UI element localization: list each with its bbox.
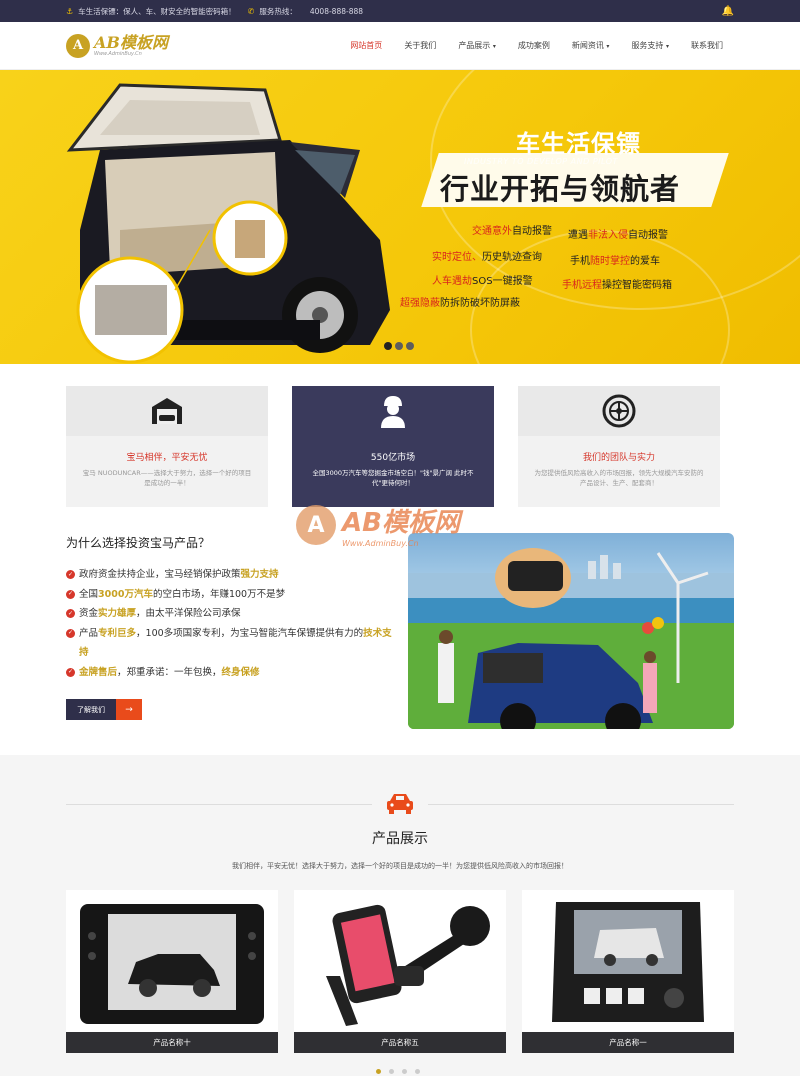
- chevron-down-icon: ▾: [606, 43, 610, 50]
- product-card[interactable]: 产品名称十: [66, 890, 278, 1053]
- why-item: ✓ 产品专利巨多，100多项国家专利，为宝马智能汽车保镖提供有力的技术支持: [66, 627, 392, 658]
- why-item: ✓ 政府资金扶持企业，宝马经销保护政策强力支持: [66, 569, 279, 580]
- banner-feature: 遭遇非法入侵自动报警: [568, 230, 668, 241]
- nav-about[interactable]: 关于我们: [393, 40, 447, 51]
- nav-products[interactable]: 产品展示 ▾: [447, 40, 507, 51]
- service-card[interactable]: 550亿市场 全国3000万汽车等您掘金市场空白！"钱"景广阔 此时不代"更待何…: [292, 386, 494, 507]
- banner-feature: 实时定位、历史轨迹查询: [432, 252, 542, 263]
- garage-icon: [152, 398, 182, 424]
- top-slogan: 车生活保镖：保人、车、财安全的智能密码箱！: [78, 6, 236, 16]
- pager-dot[interactable]: [395, 342, 403, 350]
- tire-icon: [602, 394, 636, 428]
- hotline-number[interactable]: 4008-888-888: [310, 7, 363, 16]
- watermark-text: AB模板网: [342, 508, 460, 538]
- nav-home[interactable]: 网站首页: [339, 40, 393, 51]
- product-card[interactable]: 产品名称一: [522, 890, 734, 1053]
- why-item: ✓ 金牌售后，郑重承诺：一年包换，终身保修: [66, 666, 260, 678]
- phone-icon: ✆: [247, 6, 255, 16]
- nav-cases[interactable]: 成功案例: [507, 40, 561, 51]
- banner-feature: 手机远程操控智能密码箱: [562, 280, 672, 291]
- logo-sub: Www.AdminBuy.Cn: [94, 50, 142, 57]
- banner-feature: 交通意外自动报警: [472, 226, 552, 237]
- service-cards: 宝马相伴，平安无忧 宝马 NUODUNCAR——选择大于努力，选择一个好的项目是…: [66, 386, 720, 507]
- watermark-badge-icon: A: [296, 505, 336, 545]
- pager-dot[interactable]: [376, 1069, 381, 1074]
- check-icon: ✓: [66, 667, 75, 677]
- arrow-right-icon: →: [116, 699, 142, 720]
- nav-support[interactable]: 服务支持 ▾: [620, 40, 680, 51]
- check-icon: ✓: [66, 589, 75, 599]
- worker-icon: [381, 396, 405, 428]
- learn-more-button[interactable]: 了解我们 →: [66, 699, 142, 720]
- card-title: 我们的团队与实力: [582, 453, 655, 463]
- learn-more-label: 了解我们: [66, 699, 116, 720]
- card-title: 宝马相伴，平安无忧: [126, 453, 208, 463]
- card-desc: 全国3000万汽车等您掘金市场空白！"钱"景广阔 此时不代"更待何时！: [312, 469, 474, 487]
- watermark: A AB模板网 Www.AdminBuy.Cn: [296, 502, 460, 548]
- hero-banner[interactable]: 车生活保镖 INDUSTRY TO DEVELOP AND PILOT 行业开拓…: [0, 70, 800, 364]
- check-icon: ✓: [66, 609, 75, 618]
- products-section: 产品展示 我们相伴，平安无忧！选择大于努力，选择一个好的项目是成功的一半！为您提…: [0, 755, 800, 1076]
- product-card[interactable]: 产品名称五: [294, 890, 506, 1053]
- family-car-photo: [408, 533, 734, 729]
- product-image: [80, 904, 264, 1024]
- pager-dot[interactable]: [402, 1069, 407, 1074]
- hotline-item: ✆ 服务热线： 4008-888-888: [248, 6, 363, 17]
- why-list: ✓ 政府资金扶持企业，宝马经销保护政策强力支持 ✓ 全国3000万汽车的空白市场，年…: [66, 565, 396, 682]
- product-name[interactable]: 产品名称一: [522, 1032, 734, 1053]
- products-desc: 我们相伴，平安无忧！选择大于努力，选择一个好的项目是成功的一半！为您提供低风险高…: [232, 862, 568, 870]
- banner-feature: 超强隐蔽防拆防破坏防屏蔽: [400, 298, 520, 309]
- product-name[interactable]: 产品名称五: [294, 1032, 506, 1053]
- banner-english: INDUSTRY TO DEVELOP AND PILOT: [464, 157, 618, 166]
- nav-news[interactable]: 新闻资讯 ▾: [561, 40, 621, 51]
- card-desc: 宝马 NUODUNCAR——选择大于努力，选择一个好的项目是成功的一半！: [82, 469, 252, 487]
- slogan-item: ⚓ 车生活保镖：保人、车、财安全的智能密码箱！: [66, 6, 236, 17]
- banner-slogan: 行业开拓与领航者: [440, 172, 681, 206]
- banner-title: 车生活保镖: [516, 130, 641, 158]
- why-title: 为什么选择投资宝马产品？: [66, 536, 211, 550]
- product-list: 产品名称十 产品名称五 产品名称一: [66, 890, 734, 1053]
- products-title: 产品展示: [372, 831, 428, 847]
- banner-feature: 手机随时掌控的爱车: [570, 256, 660, 267]
- hotline-label: 服务热线：: [259, 6, 297, 16]
- logo-text: AB模板网: [94, 32, 168, 52]
- nav-contact[interactable]: 联系我们: [680, 40, 734, 51]
- car-icon-wrap: [372, 783, 428, 823]
- product-name[interactable]: 产品名称十: [66, 1032, 278, 1053]
- chevron-down-icon: ▾: [492, 43, 496, 50]
- anchor-icon: ⚓: [66, 6, 74, 16]
- main-nav: 网站首页 关于我们 产品展示 ▾ 成功案例 新闻资讯 ▾ 服务支持 ▾ 联系我们: [339, 40, 734, 51]
- product-image: [326, 904, 490, 1026]
- logo-badge-icon: A: [66, 33, 90, 58]
- banner-feature: 人车遇劫SOS一键报警: [432, 276, 533, 287]
- card-desc: 为您提供低风险高收入的市场回报，领先大规模汽车安防的产品设计、生产、配套商！: [534, 469, 704, 487]
- car-image: [66, 83, 390, 364]
- pager-dot[interactable]: [415, 1069, 420, 1074]
- watermark-sub: Www.AdminBuy.Cn: [342, 539, 419, 548]
- bell-icon[interactable]: 🔔: [722, 6, 734, 17]
- site-header: A AB模板网 Www.AdminBuy.Cn 网站首页 关于我们 产品展示 ▾…: [0, 22, 800, 70]
- check-icon: ✓: [66, 628, 75, 638]
- product-image: [552, 902, 704, 1022]
- banner-pager: [384, 342, 414, 350]
- site-logo[interactable]: A AB模板网 Www.AdminBuy.Cn: [66, 32, 168, 58]
- pager-dot[interactable]: [384, 342, 392, 350]
- chevron-down-icon: ▾: [665, 43, 669, 50]
- top-bar: ⚓ 车生活保镖：保人、车、财安全的智能密码箱！ ✆ 服务热线： 4008-888…: [0, 0, 800, 22]
- products-pager: [376, 1069, 420, 1074]
- pager-dot[interactable]: [406, 342, 414, 350]
- why-item: ✓ 资金实力雄厚，由太平洋保险公司承保: [66, 608, 241, 619]
- service-card[interactable]: 我们的团队与实力 为您提供低风险高收入的市场回报，领先大规模汽车安防的产品设计、…: [518, 386, 720, 507]
- pager-dot[interactable]: [389, 1069, 394, 1074]
- check-icon: ✓: [66, 570, 75, 579]
- why-item: ✓ 全国3000万汽车的空白市场，年赚100万不是梦: [66, 588, 286, 600]
- card-title: 550亿市场: [370, 453, 416, 463]
- service-card[interactable]: 宝马相伴，平安无忧 宝马 NUODUNCAR——选择大于努力，选择一个好的项目是…: [66, 386, 268, 507]
- car-icon: [387, 794, 413, 814]
